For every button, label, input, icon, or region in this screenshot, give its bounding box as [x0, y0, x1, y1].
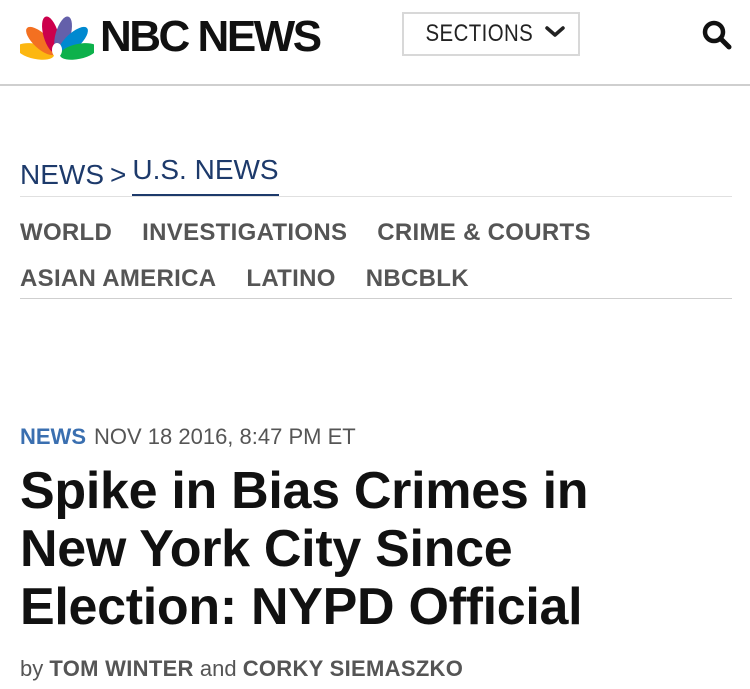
byline-joiner: and — [199, 656, 237, 681]
breadcrumb-separator: > — [110, 159, 127, 190]
article-byline: by TOM WINTER and CORKY SIEMASZKO — [20, 656, 463, 682]
breadcrumb-us-news[interactable]: U.S. NEWS — [132, 154, 279, 196]
headline-line: Election: NYPD Official — [20, 578, 583, 636]
peacock-body — [52, 43, 62, 57]
article-date: NOV 18 2016, 8:47 PM ET — [94, 424, 356, 449]
subnav-item-nbcblk[interactable]: NBCBLK — [366, 265, 469, 293]
nbc-news-logo[interactable]: NBC NEWS — [20, 12, 322, 62]
subnav-item-asian-america[interactable]: ASIAN AMERICA — [20, 265, 216, 293]
subnav-divider — [20, 298, 732, 299]
author-link[interactable]: TOM WINTER — [49, 656, 193, 681]
byline-prefix: by — [20, 656, 44, 681]
breadcrumb: NEWS > U.S. NEWS — [20, 154, 279, 196]
peacock-icon — [20, 16, 94, 60]
site-header: NBC NEWS SECTIONS — [0, 0, 750, 86]
search-icon[interactable] — [700, 18, 734, 52]
article-headline: Spike in Bias Crimes in New York City Si… — [20, 462, 732, 636]
subnav-item-latino[interactable]: LATINO — [246, 265, 335, 293]
section-subnav: WORLD INVESTIGATIONS CRIME & COURTS ASIA… — [20, 210, 732, 302]
sections-label: SECTIONS — [425, 20, 533, 47]
breadcrumb-news[interactable]: NEWS — [20, 159, 104, 191]
chevron-down-icon — [544, 25, 566, 44]
author-link[interactable]: CORKY SIEMASZKO — [243, 656, 463, 681]
article-section-tag[interactable]: NEWS — [20, 424, 86, 450]
headline-line: New York City Since — [20, 520, 513, 578]
subnav-item-world[interactable]: WORLD — [20, 219, 112, 247]
article-meta: NEWS NOV 18 2016, 8:47 PM ET — [20, 424, 356, 450]
sections-button[interactable]: SECTIONS — [402, 12, 580, 56]
headline-line: Spike in Bias Crimes in — [20, 462, 589, 520]
breadcrumb-divider — [20, 196, 732, 197]
subnav-row: WORLD INVESTIGATIONS CRIME & COURTS — [20, 210, 732, 256]
subnav-item-investigations[interactable]: INVESTIGATIONS — [142, 219, 347, 247]
subnav-row: ASIAN AMERICA LATINO NBCBLK — [20, 256, 732, 302]
subnav-item-crime-courts[interactable]: CRIME & COURTS — [377, 219, 591, 247]
brand-wordmark: NBC NEWS — [100, 12, 322, 61]
